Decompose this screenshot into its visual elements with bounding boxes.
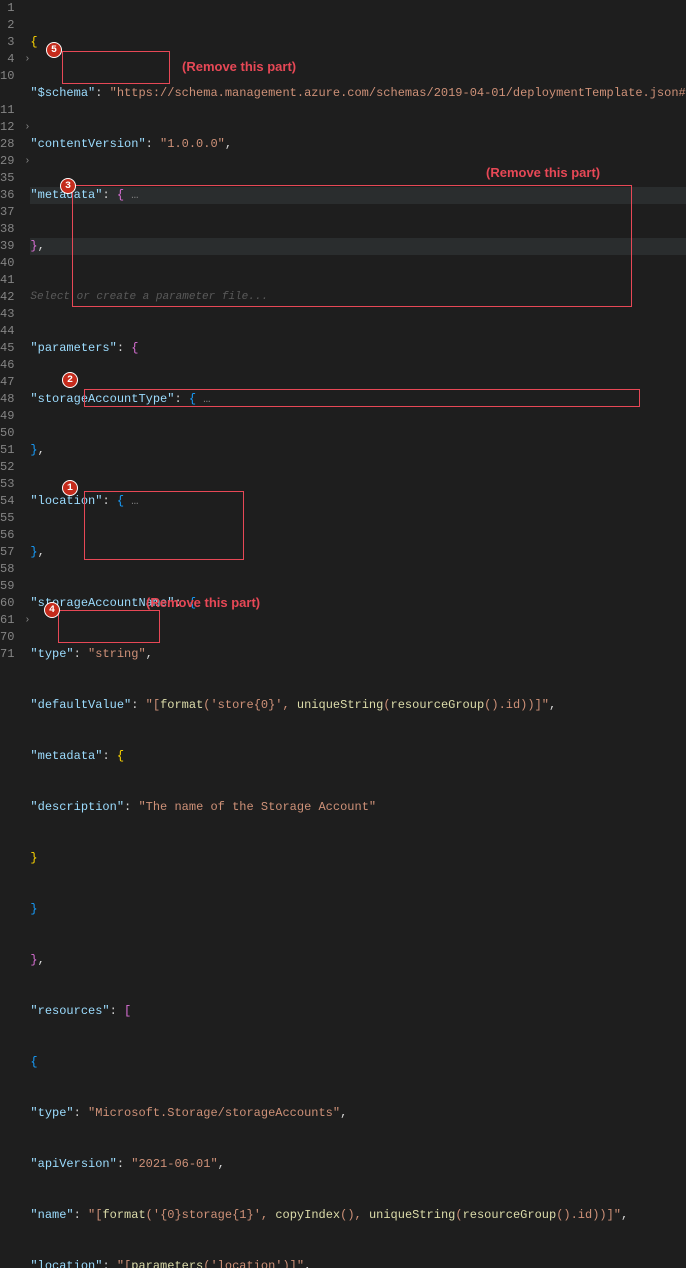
- marker-1: 1: [62, 480, 78, 496]
- marker-5: 5: [46, 42, 62, 58]
- code-editor: 1234101112282935363738394041424344454647…: [0, 0, 686, 1268]
- marker-2: 2: [62, 372, 78, 388]
- annotation-remove-1: (Remove this part): [182, 59, 296, 74]
- marker-4: 4: [44, 602, 60, 618]
- annotation-remove-2: (Remove this part): [486, 165, 600, 180]
- annotation-remove-3: (Remove this part): [146, 595, 260, 610]
- param-hint[interactable]: Select or create a parameter file...: [30, 289, 268, 306]
- code-area[interactable]: { "$schema": "https://schema.management.…: [30, 0, 686, 1268]
- line-number-gutter: 1234101112282935363738394041424344454647…: [0, 0, 24, 1268]
- marker-3: 3: [60, 178, 76, 194]
